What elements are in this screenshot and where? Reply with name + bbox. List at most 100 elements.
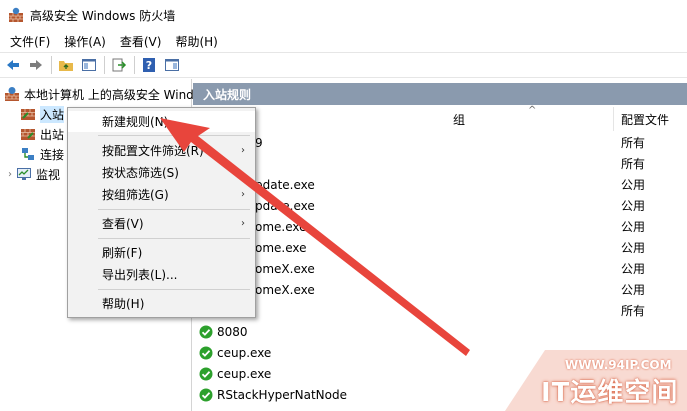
menu-separator xyxy=(98,289,250,290)
context-menu: 新建规则(N)... 按配置文件筛选(R) › 按状态筛选(S) 按组筛选(G)… xyxy=(67,107,256,318)
menu-item-help[interactable]: 帮助(H) xyxy=(68,293,255,314)
rule-name: ceup.exe xyxy=(217,366,272,381)
menu-item-filter-by-group[interactable]: 按组筛选(G) › xyxy=(68,184,255,205)
help-icon[interactable]: ? xyxy=(138,54,160,76)
enabled-check-icon xyxy=(199,346,213,359)
menu-help[interactable]: 帮助(H) xyxy=(169,31,223,52)
rule-profile: 公用 xyxy=(621,178,646,192)
rule-profile: 所有 xyxy=(621,157,646,171)
table-row[interactable]: ome.exe xyxy=(255,216,307,237)
rule-name: pdate.exe xyxy=(255,177,315,192)
submenu-arrow-icon: › xyxy=(241,189,245,200)
inbound-rules-icon xyxy=(21,109,35,120)
table-row[interactable]: ceup.exe xyxy=(199,342,271,363)
column-header-profile[interactable]: 配置文件 xyxy=(621,107,669,131)
tree-root[interactable]: 本地计算机 上的高级安全 Wind xyxy=(4,84,194,104)
connection-security-icon xyxy=(22,148,34,160)
column-header-group[interactable]: 组 xyxy=(453,107,465,131)
menu-bar: 文件(F) 操作(A) 查看(V) 帮助(H) xyxy=(0,30,687,52)
rule-profile: 所有 xyxy=(621,304,646,318)
firewall-computer-icon xyxy=(5,87,19,101)
menu-file[interactable]: 文件(F) xyxy=(4,31,56,52)
tree-item-inbound[interactable]: 入站 xyxy=(20,104,65,124)
menu-item-export-list[interactable]: 导出列表(L)... xyxy=(68,264,255,285)
submenu-arrow-icon: › xyxy=(241,145,245,156)
rule-profile: 公用 xyxy=(621,241,646,255)
menu-view[interactable]: 查看(V) xyxy=(114,31,168,52)
table-row[interactable]: 9 xyxy=(255,132,263,153)
menu-item-label: 导出列表(L)... xyxy=(102,268,178,282)
table-row[interactable]: omeX.exe xyxy=(255,279,315,300)
rule-name: 8080 xyxy=(217,324,248,339)
enabled-check-icon xyxy=(199,325,213,338)
table-row[interactable]: ceup.exe xyxy=(199,363,271,384)
menu-separator xyxy=(98,238,250,239)
enabled-check-icon xyxy=(199,388,213,401)
forward-arrow-icon[interactable] xyxy=(25,54,47,76)
tree-item-outbound[interactable]: 出站 xyxy=(20,124,64,144)
menu-item-label: 按组筛选(G) xyxy=(102,188,169,202)
table-row[interactable]: omeX.exe xyxy=(255,258,315,279)
title-bar: 高级安全 Windows 防火墙 xyxy=(0,0,687,30)
chevron-right-icon[interactable]: › xyxy=(4,169,16,180)
watermark-brand: IT运维空间 xyxy=(541,378,679,408)
tree-item-label: 监视 xyxy=(36,167,61,182)
tree-item-label: 出站 xyxy=(40,127,65,142)
menu-item-view[interactable]: 查看(V) › xyxy=(68,213,255,234)
show-hide-tree-icon[interactable] xyxy=(78,54,100,76)
table-row[interactable]: RStackHyperNatNode xyxy=(199,384,347,405)
menu-item-label: 按状态筛选(S) xyxy=(102,166,179,180)
menu-item-new-rule[interactable]: 新建规则(N)... xyxy=(68,111,255,132)
watermark: WWW.94IP.COM IT运维空间 xyxy=(505,350,687,411)
table-row[interactable]: 8080 xyxy=(199,321,248,342)
rule-profile: 公用 xyxy=(621,199,646,213)
rule-name: ceup.exe xyxy=(217,345,272,360)
enabled-check-icon xyxy=(199,367,213,380)
menu-item-refresh[interactable]: 刷新(F) xyxy=(68,242,255,263)
menu-item-filter-by-profile[interactable]: 按配置文件筛选(R) › xyxy=(68,140,255,161)
column-separator[interactable] xyxy=(613,107,614,131)
rule-profile: 公用 xyxy=(621,220,646,234)
rule-name: pdate.exe xyxy=(255,198,315,213)
back-arrow-icon[interactable] xyxy=(2,54,24,76)
rule-name: omeX.exe xyxy=(255,261,315,276)
watermark-url: WWW.94IP.COM xyxy=(565,358,672,372)
rule-profile: 所有 xyxy=(621,136,646,150)
menu-item-label: 查看(V) xyxy=(102,217,144,231)
tree-item-monitoring[interactable]: › 监视 xyxy=(4,164,60,184)
folder-up-icon[interactable] xyxy=(55,54,77,76)
table-row[interactable]: pdate.exe xyxy=(255,195,315,216)
sort-up-icon: ^ xyxy=(528,105,537,116)
rule-name: RStackHyperNatNode xyxy=(217,387,347,402)
firewall-app-icon xyxy=(9,7,23,22)
menu-separator xyxy=(98,209,250,210)
toolbar-separator xyxy=(51,56,52,74)
menu-action[interactable]: 操作(A) xyxy=(58,31,112,52)
tree-root-label: 本地计算机 上的高级安全 Wind xyxy=(24,87,194,102)
export-icon[interactable] xyxy=(108,54,130,76)
menu-item-filter-by-state[interactable]: 按状态筛选(S) xyxy=(68,162,255,183)
toolbar-separator xyxy=(104,56,105,74)
rule-profile: 公用 xyxy=(621,262,646,276)
pane-header: 入站规则 xyxy=(193,83,687,105)
toolbar: ? xyxy=(0,52,687,78)
rule-name: 9 xyxy=(255,135,263,150)
table-row[interactable]: pdate.exe xyxy=(255,174,315,195)
menu-item-label: 帮助(H) xyxy=(102,297,145,311)
toolbar-separator xyxy=(134,56,135,74)
tree-item-label: 入站 xyxy=(40,105,65,123)
tree-item-connection-security[interactable]: 连接 xyxy=(20,144,64,164)
outbound-rules-icon xyxy=(21,129,35,140)
rule-name: omeX.exe xyxy=(255,282,315,297)
rule-name: ome.exe xyxy=(255,240,307,255)
window-title: 高级安全 Windows 防火墙 xyxy=(30,8,176,23)
properties-icon[interactable] xyxy=(161,54,183,76)
submenu-arrow-icon: › xyxy=(241,218,245,229)
table-row[interactable]: ome.exe xyxy=(255,237,307,258)
menu-item-label: 新建规则(N)... xyxy=(102,115,180,129)
menu-item-label: 刷新(F) xyxy=(102,246,143,260)
monitoring-icon xyxy=(17,168,31,180)
svg-text:?: ? xyxy=(146,59,152,72)
menu-separator xyxy=(98,135,250,136)
rule-profile: 公用 xyxy=(621,283,646,297)
